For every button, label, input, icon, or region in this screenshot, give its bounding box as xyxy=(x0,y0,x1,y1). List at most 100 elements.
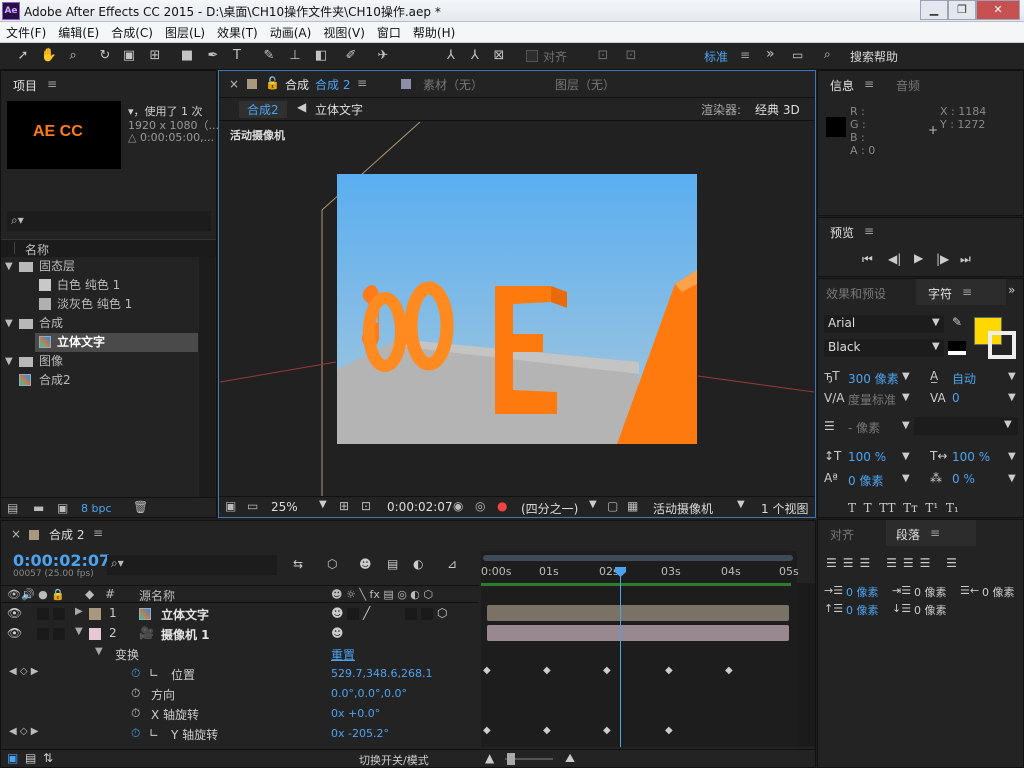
snapshot-icon[interactable]: ◉ xyxy=(453,499,463,513)
eraser-tool-icon[interactable]: ◧ xyxy=(312,47,330,65)
property-value[interactable]: 0x +0.0° xyxy=(331,707,380,720)
tab-timeline-comp[interactable]: 合成 2 xyxy=(49,526,84,543)
faux-styles-icons[interactable]: T T TT Tт T¹ T₁ xyxy=(848,501,959,515)
menu-effect[interactable]: 效果(T) xyxy=(211,22,264,41)
stopwatch-icon[interactable]: ⏱ xyxy=(131,726,140,741)
source-name-header[interactable]: 源名称 xyxy=(139,587,175,604)
keyframe-navigator[interactable]: ◀ ◇ ▶ xyxy=(9,726,38,737)
lock-icon[interactable]: 🔓 xyxy=(265,76,280,90)
transparency-grid-icon[interactable]: ▦ xyxy=(627,499,638,513)
3d-layer-icon[interactable]: ⬡ xyxy=(437,606,447,620)
puppet-pin-tool-icon[interactable]: ✈ xyxy=(374,47,392,65)
layer-bar-1[interactable] xyxy=(487,605,789,621)
graph-icon[interactable]: ∟ xyxy=(149,666,159,680)
reset-link[interactable]: 重置 xyxy=(331,646,355,663)
name-column-header[interactable]: 名称 xyxy=(25,241,49,258)
solo-toggle[interactable] xyxy=(37,628,49,640)
monitor-icon[interactable]: ▭ xyxy=(247,499,258,513)
chevron-down-icon[interactable]: ▼ xyxy=(1008,371,1016,382)
shy-switch-icon[interactable]: ☻ xyxy=(331,626,344,640)
keyframe-diamond[interactable]: ◆ xyxy=(603,665,611,676)
kerning-value[interactable]: 度量标准 xyxy=(848,391,896,408)
previous-frame-icon[interactable]: ◀| xyxy=(888,252,901,266)
indent-left-value[interactable]: 0 像素 xyxy=(846,584,879,600)
preview-menu-icon[interactable]: ≡ xyxy=(864,224,874,238)
frame-blending-icon[interactable]: ▤ xyxy=(387,557,398,571)
label-color-swatch[interactable] xyxy=(89,628,101,640)
stroke-width-value[interactable]: - 像素 xyxy=(848,419,880,436)
zoom-dropdown[interactable]: 25% xyxy=(271,500,298,514)
shy-switch-icon[interactable]: ☻ xyxy=(331,606,344,620)
draft-3d-icon[interactable]: ⬡ xyxy=(327,557,337,571)
indent-first-value[interactable]: 0 像素 xyxy=(914,584,947,600)
tab-info[interactable]: 信息 xyxy=(830,77,854,94)
font-style-dropdown[interactable]: Black ▼ xyxy=(824,339,944,357)
chevron-down-icon[interactable]: ▼ xyxy=(902,392,910,403)
world-axis-icon[interactable]: ⅄ xyxy=(466,47,484,65)
expand-icon[interactable]: ▶ xyxy=(75,606,83,617)
lock-toggle[interactable] xyxy=(53,628,65,640)
transfer-controls-icon[interactable]: ▤ xyxy=(25,751,36,765)
font-family-dropdown[interactable]: Arial ▼ xyxy=(824,315,944,333)
stopwatch-icon[interactable]: ⏱ xyxy=(131,666,140,681)
time-ruler[interactable]: 0:00s 01s 02s 03s 04s 05s xyxy=(481,563,799,583)
restore-button[interactable]: ❐ xyxy=(948,0,976,20)
show-snapshot-icon[interactable]: ◎ xyxy=(475,499,485,513)
expand-icon[interactable]: ▼ xyxy=(95,646,103,657)
baseline-shift-value[interactable]: 0 像素 xyxy=(848,472,883,489)
work-area-range[interactable] xyxy=(483,555,793,561)
eyedropper-icon[interactable]: ✎ xyxy=(952,315,962,329)
keyframe-diamond[interactable]: ◆ xyxy=(543,665,551,676)
expand-icon[interactable]: ▼ xyxy=(5,352,13,371)
layer-switches-icon[interactable]: ▣ xyxy=(7,751,18,765)
channel-icon[interactable]: ● xyxy=(497,499,507,513)
view-layout-dropdown[interactable]: 1 个视图 xyxy=(761,500,808,517)
property-value[interactable]: 529.7,348.6,268.1 xyxy=(331,667,432,680)
layer-row-2[interactable]: 👁 ▼ 2 🎥 摄像机 1 ☻ xyxy=(1,624,479,644)
motion-blur-icon[interactable]: ◐ xyxy=(413,557,423,571)
pan-behind-tool-icon[interactable]: ⊞ xyxy=(146,47,164,65)
local-axis-icon[interactable]: ⅄ xyxy=(442,47,460,65)
project-item-folder-solids[interactable]: ▼ 固态层 ⊥ xyxy=(1,257,216,276)
roto-brush-tool-icon[interactable]: ✐ xyxy=(342,47,360,65)
keyframe-diamond[interactable]: ◆ xyxy=(543,725,551,736)
renderer-value[interactable]: 经典 3D xyxy=(755,101,800,118)
keyboard-icon[interactable]: ▭ xyxy=(792,48,803,62)
keyframe-diamond[interactable]: ◆ xyxy=(603,725,611,736)
project-item-folder-images[interactable]: ▼ 图像 xyxy=(1,352,216,371)
tsume-value[interactable]: 0 % xyxy=(952,472,975,486)
tracking-value[interactable]: 0 xyxy=(952,391,960,405)
bit-depth-button[interactable]: 8 bpc xyxy=(81,502,112,515)
visibility-eye-icon[interactable]: 👁 xyxy=(7,626,22,640)
graph-editor-icon[interactable]: ⊿ xyxy=(447,557,457,571)
keyframe-diamond[interactable]: ◆ xyxy=(483,725,491,736)
shy-layers-icon[interactable]: ☻ xyxy=(359,557,372,571)
space-before-value[interactable]: 0 像素 xyxy=(846,602,879,618)
keyframe-diamond[interactable]: ◆ xyxy=(665,665,673,676)
new-folder-icon[interactable]: ▬ xyxy=(33,501,44,515)
tab-layer[interactable]: 图层（无） xyxy=(555,76,615,93)
property-value[interactable]: 0x -205.2° xyxy=(331,727,389,740)
project-item-solid-white[interactable]: 白色 纯色 1 xyxy=(1,276,216,295)
zoom-tool-icon[interactable]: ⌕ xyxy=(64,47,82,65)
project-item-comp-3dtext[interactable]: 立体文字 xyxy=(35,333,198,352)
layer-name[interactable]: 摄像机 1 xyxy=(161,626,210,643)
property-value[interactable]: 0.0°,0.0°,0.0° xyxy=(331,687,407,700)
camera-tool-icon[interactable]: ▣ xyxy=(120,47,138,65)
more-tabs-icon[interactable]: » xyxy=(1008,283,1015,297)
rectangle-tool-icon[interactable]: ■ xyxy=(178,47,196,65)
keyframe-navigator[interactable]: ◀ ◇ ▶ xyxy=(9,666,38,677)
viewer-canvas[interactable]: 活动摄像机 xyxy=(220,122,814,496)
title-safe-icon[interactable]: ⊡ xyxy=(361,499,371,513)
menu-edit[interactable]: 编辑(E) xyxy=(52,22,105,41)
zoom-in-icon[interactable]: ⛰ xyxy=(565,751,575,766)
property-row-position[interactable]: ◀ ◇ ▶ ⏱ ∟ 位置 529.7,348.6,268.1 xyxy=(1,664,479,684)
chevron-down-icon[interactable]: ▼ xyxy=(902,420,910,431)
menu-composition[interactable]: 合成(C) xyxy=(105,22,159,41)
zoom-out-icon[interactable]: ▲ xyxy=(485,751,494,765)
view-axis-icon[interactable]: ⊠ xyxy=(490,47,508,65)
workspace-label[interactable]: 标准 xyxy=(704,48,728,65)
project-item-solid-gray[interactable]: 淡灰色 纯色 1 xyxy=(1,295,216,314)
adjustment-switch[interactable] xyxy=(421,608,433,620)
chevron-down-icon[interactable]: ▼ xyxy=(737,499,745,510)
